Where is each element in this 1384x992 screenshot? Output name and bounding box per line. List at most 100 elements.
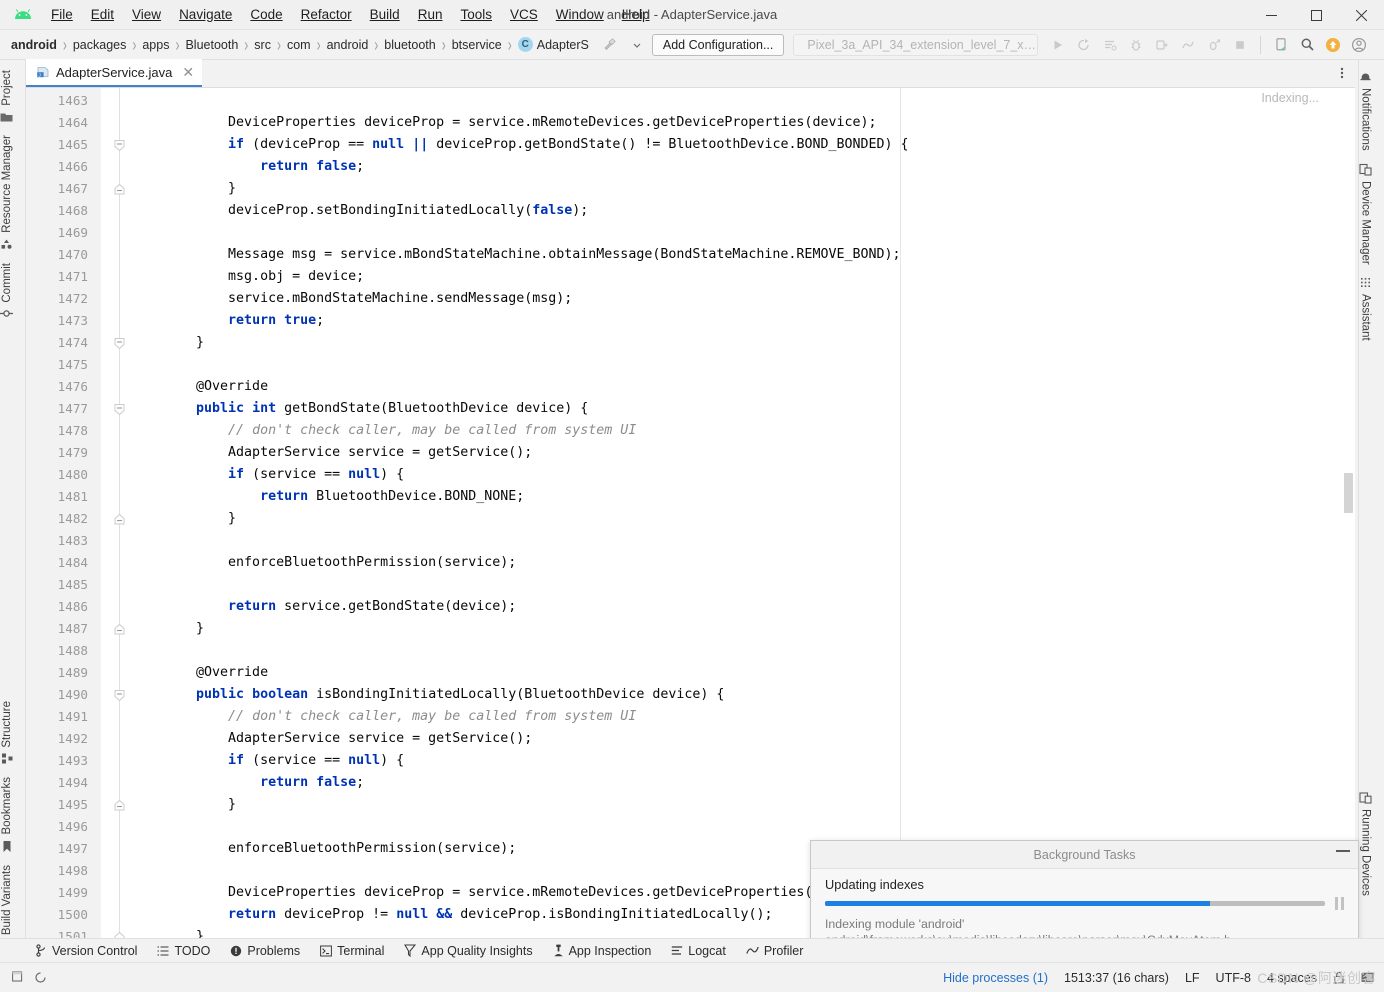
menu-window[interactable]: Window: [547, 4, 613, 26]
debug-icon[interactable]: [1124, 33, 1148, 57]
code-line[interactable]: 1479 AdapterService service = getService…: [26, 442, 1355, 464]
sidebar-item-assistant[interactable]: Assistant: [1359, 270, 1372, 347]
code-line[interactable]: 1464 DeviceProperties deviceProp = servi…: [26, 112, 1355, 134]
editor-vertical-scrollbar[interactable]: [1342, 88, 1355, 948]
breadcrumb-item-btservice[interactable]: btservice: [449, 36, 505, 54]
sidebar-item-running-devices[interactable]: Running Devices: [1359, 785, 1372, 902]
tool-tab-app-quality-insights[interactable]: App Quality Insights: [396, 942, 540, 960]
more-options-icon[interactable]: [1329, 59, 1355, 87]
menu-file[interactable]: File: [42, 4, 82, 26]
code-line[interactable]: 1493 if (service == null) {: [26, 750, 1355, 772]
minimize-icon[interactable]: [1336, 850, 1350, 852]
breadcrumb-item-android[interactable]: android: [8, 36, 60, 54]
code-line[interactable]: 1484 enforceBluetoothPermission(service)…: [26, 552, 1355, 574]
code-line[interactable]: 1474 }: [26, 332, 1355, 354]
attach-debugger-icon[interactable]: [1150, 33, 1174, 57]
code-line[interactable]: 1492 AdapterService service = getService…: [26, 728, 1355, 750]
code-line[interactable]: 1496: [26, 816, 1355, 838]
tool-tab-terminal[interactable]: Terminal: [312, 942, 392, 960]
breadcrumb-item-bluetooth-pkg[interactable]: bluetooth: [381, 36, 438, 54]
scrollbar-thumb[interactable]: [1344, 473, 1353, 513]
chevron-down-icon[interactable]: [625, 33, 649, 57]
menu-help[interactable]: Help: [613, 4, 659, 26]
sidebar-item-project[interactable]: Project: [0, 64, 13, 129]
code-line[interactable]: 1468 deviceProp.setBondingInitiatedLocal…: [26, 200, 1355, 222]
code-line[interactable]: 1475: [26, 354, 1355, 376]
menu-tools[interactable]: Tools: [451, 4, 501, 26]
device-selector[interactable]: Pixel_3a_API_34_extension_level_7_x…: [793, 33, 1039, 56]
run-icon[interactable]: [1046, 33, 1070, 57]
close-button[interactable]: [1339, 0, 1384, 30]
minimize-button[interactable]: [1249, 0, 1294, 30]
search-everywhere-icon[interactable]: [1295, 33, 1319, 57]
menu-view[interactable]: View: [123, 4, 170, 26]
sidebar-item-commit[interactable]: Commit: [0, 257, 13, 327]
code-line[interactable]: 1478 // don't check caller, may be calle…: [26, 420, 1355, 442]
code-line[interactable]: 1485: [26, 574, 1355, 596]
breadcrumb-item-bluetooth[interactable]: Bluetooth: [182, 36, 241, 54]
code-line[interactable]: 1471 msg.obj = device;: [26, 266, 1355, 288]
menu-code[interactable]: Code: [241, 4, 291, 26]
code-line[interactable]: 1466 return false;: [26, 156, 1355, 178]
menu-edit[interactable]: Edit: [82, 4, 123, 26]
code-line[interactable]: 1470 Message msg = service.mBondStateMac…: [26, 244, 1355, 266]
code-line[interactable]: 1481 return BluetoothDevice.BOND_NONE;: [26, 486, 1355, 508]
build-hammer-icon[interactable]: [598, 33, 622, 57]
menu-refactor[interactable]: Refactor: [292, 4, 361, 26]
code-editor[interactable]: 1463 1464 DeviceProperties deviceProp = s…: [26, 88, 1355, 948]
code-line[interactable]: 1483: [26, 530, 1355, 552]
sidebar-item-device-manager[interactable]: Device Manager: [1359, 157, 1372, 271]
code-lines[interactable]: 1463 1464 DeviceProperties deviceProp = s…: [26, 88, 1355, 948]
tool-tab-problems[interactable]: Problems: [222, 942, 308, 960]
background-tasks-popup[interactable]: Background Tasks Updating indexes Indexi…: [810, 840, 1359, 947]
line-separator[interactable]: LF: [1185, 971, 1200, 985]
code-line[interactable]: 1480 if (service == null) {: [26, 464, 1355, 486]
code-line[interactable]: 1488: [26, 640, 1355, 662]
menu-vcs[interactable]: VCS: [501, 4, 547, 26]
indent-setting[interactable]: 4 spaces: [1267, 971, 1317, 985]
tool-tab-logcat[interactable]: Logcat: [663, 942, 734, 960]
device-file-explorer-icon[interactable]: [1269, 33, 1293, 57]
close-icon[interactable]: ✕: [182, 64, 194, 81]
tool-tab-profiler[interactable]: Profiler: [738, 942, 812, 960]
code-line[interactable]: 1486 return service.getBondState(device)…: [26, 596, 1355, 618]
sidebar-item-notifications[interactable]: Notifications: [1359, 64, 1372, 157]
breadcrumb-item-class[interactable]: C AdapterS: [515, 35, 592, 54]
stop-icon[interactable]: [1228, 33, 1252, 57]
breadcrumb-item-com[interactable]: com: [284, 36, 314, 54]
tool-tab-version-control[interactable]: Version Control: [28, 942, 145, 960]
sync-progress-icon[interactable]: [34, 971, 47, 984]
sidebar-item-resource-manager[interactable]: Resource Manager: [0, 129, 13, 257]
code-line[interactable]: 1465 if (deviceProp == null || devicePro…: [26, 134, 1355, 156]
memory-indicator-icon[interactable]: [1361, 971, 1374, 984]
breadcrumb-item-android-pkg[interactable]: android: [324, 36, 372, 54]
file-encoding[interactable]: UTF-8: [1216, 971, 1251, 985]
account-icon[interactable]: [1347, 33, 1371, 57]
menu-run[interactable]: Run: [409, 4, 452, 26]
menu-navigate[interactable]: Navigate: [170, 4, 241, 26]
code-line[interactable]: 1489 @Override: [26, 662, 1355, 684]
menu-build[interactable]: Build: [361, 4, 409, 26]
sidebar-item-bookmarks[interactable]: Bookmarks: [1, 771, 13, 859]
breadcrumb-item-src[interactable]: src: [251, 36, 274, 54]
code-line[interactable]: 1491 // don't check caller, may be calle…: [26, 706, 1355, 728]
code-line[interactable]: 1469: [26, 222, 1355, 244]
tool-tab-todo[interactable]: TODO: [149, 942, 218, 960]
profiler-icon[interactable]: [1176, 33, 1200, 57]
maximize-button[interactable]: [1294, 0, 1339, 30]
code-line[interactable]: 1476 @Override: [26, 376, 1355, 398]
code-line[interactable]: 1490 public boolean isBondingInitiatedLo…: [26, 684, 1355, 706]
caret-position[interactable]: 1513:37 (16 chars): [1064, 971, 1169, 985]
lock-icon[interactable]: [1333, 971, 1345, 984]
code-line[interactable]: 1473 return true;: [26, 310, 1355, 332]
code-line[interactable]: 1495 }: [26, 794, 1355, 816]
code-line[interactable]: 1494 return false;: [26, 772, 1355, 794]
apply-code-changes-icon[interactable]: [1098, 33, 1122, 57]
hide-processes-link[interactable]: Hide processes (1): [943, 971, 1048, 985]
pause-icon[interactable]: [1335, 897, 1344, 910]
code-line[interactable]: 1477 public int getBondState(BluetoothDe…: [26, 398, 1355, 420]
apply-changes-icon[interactable]: [1072, 33, 1096, 57]
code-line[interactable]: 1467 }: [26, 178, 1355, 200]
editor-tab-adapterservice[interactable]: J AdapterService.java ✕: [26, 59, 203, 87]
code-line[interactable]: 1482 }: [26, 508, 1355, 530]
